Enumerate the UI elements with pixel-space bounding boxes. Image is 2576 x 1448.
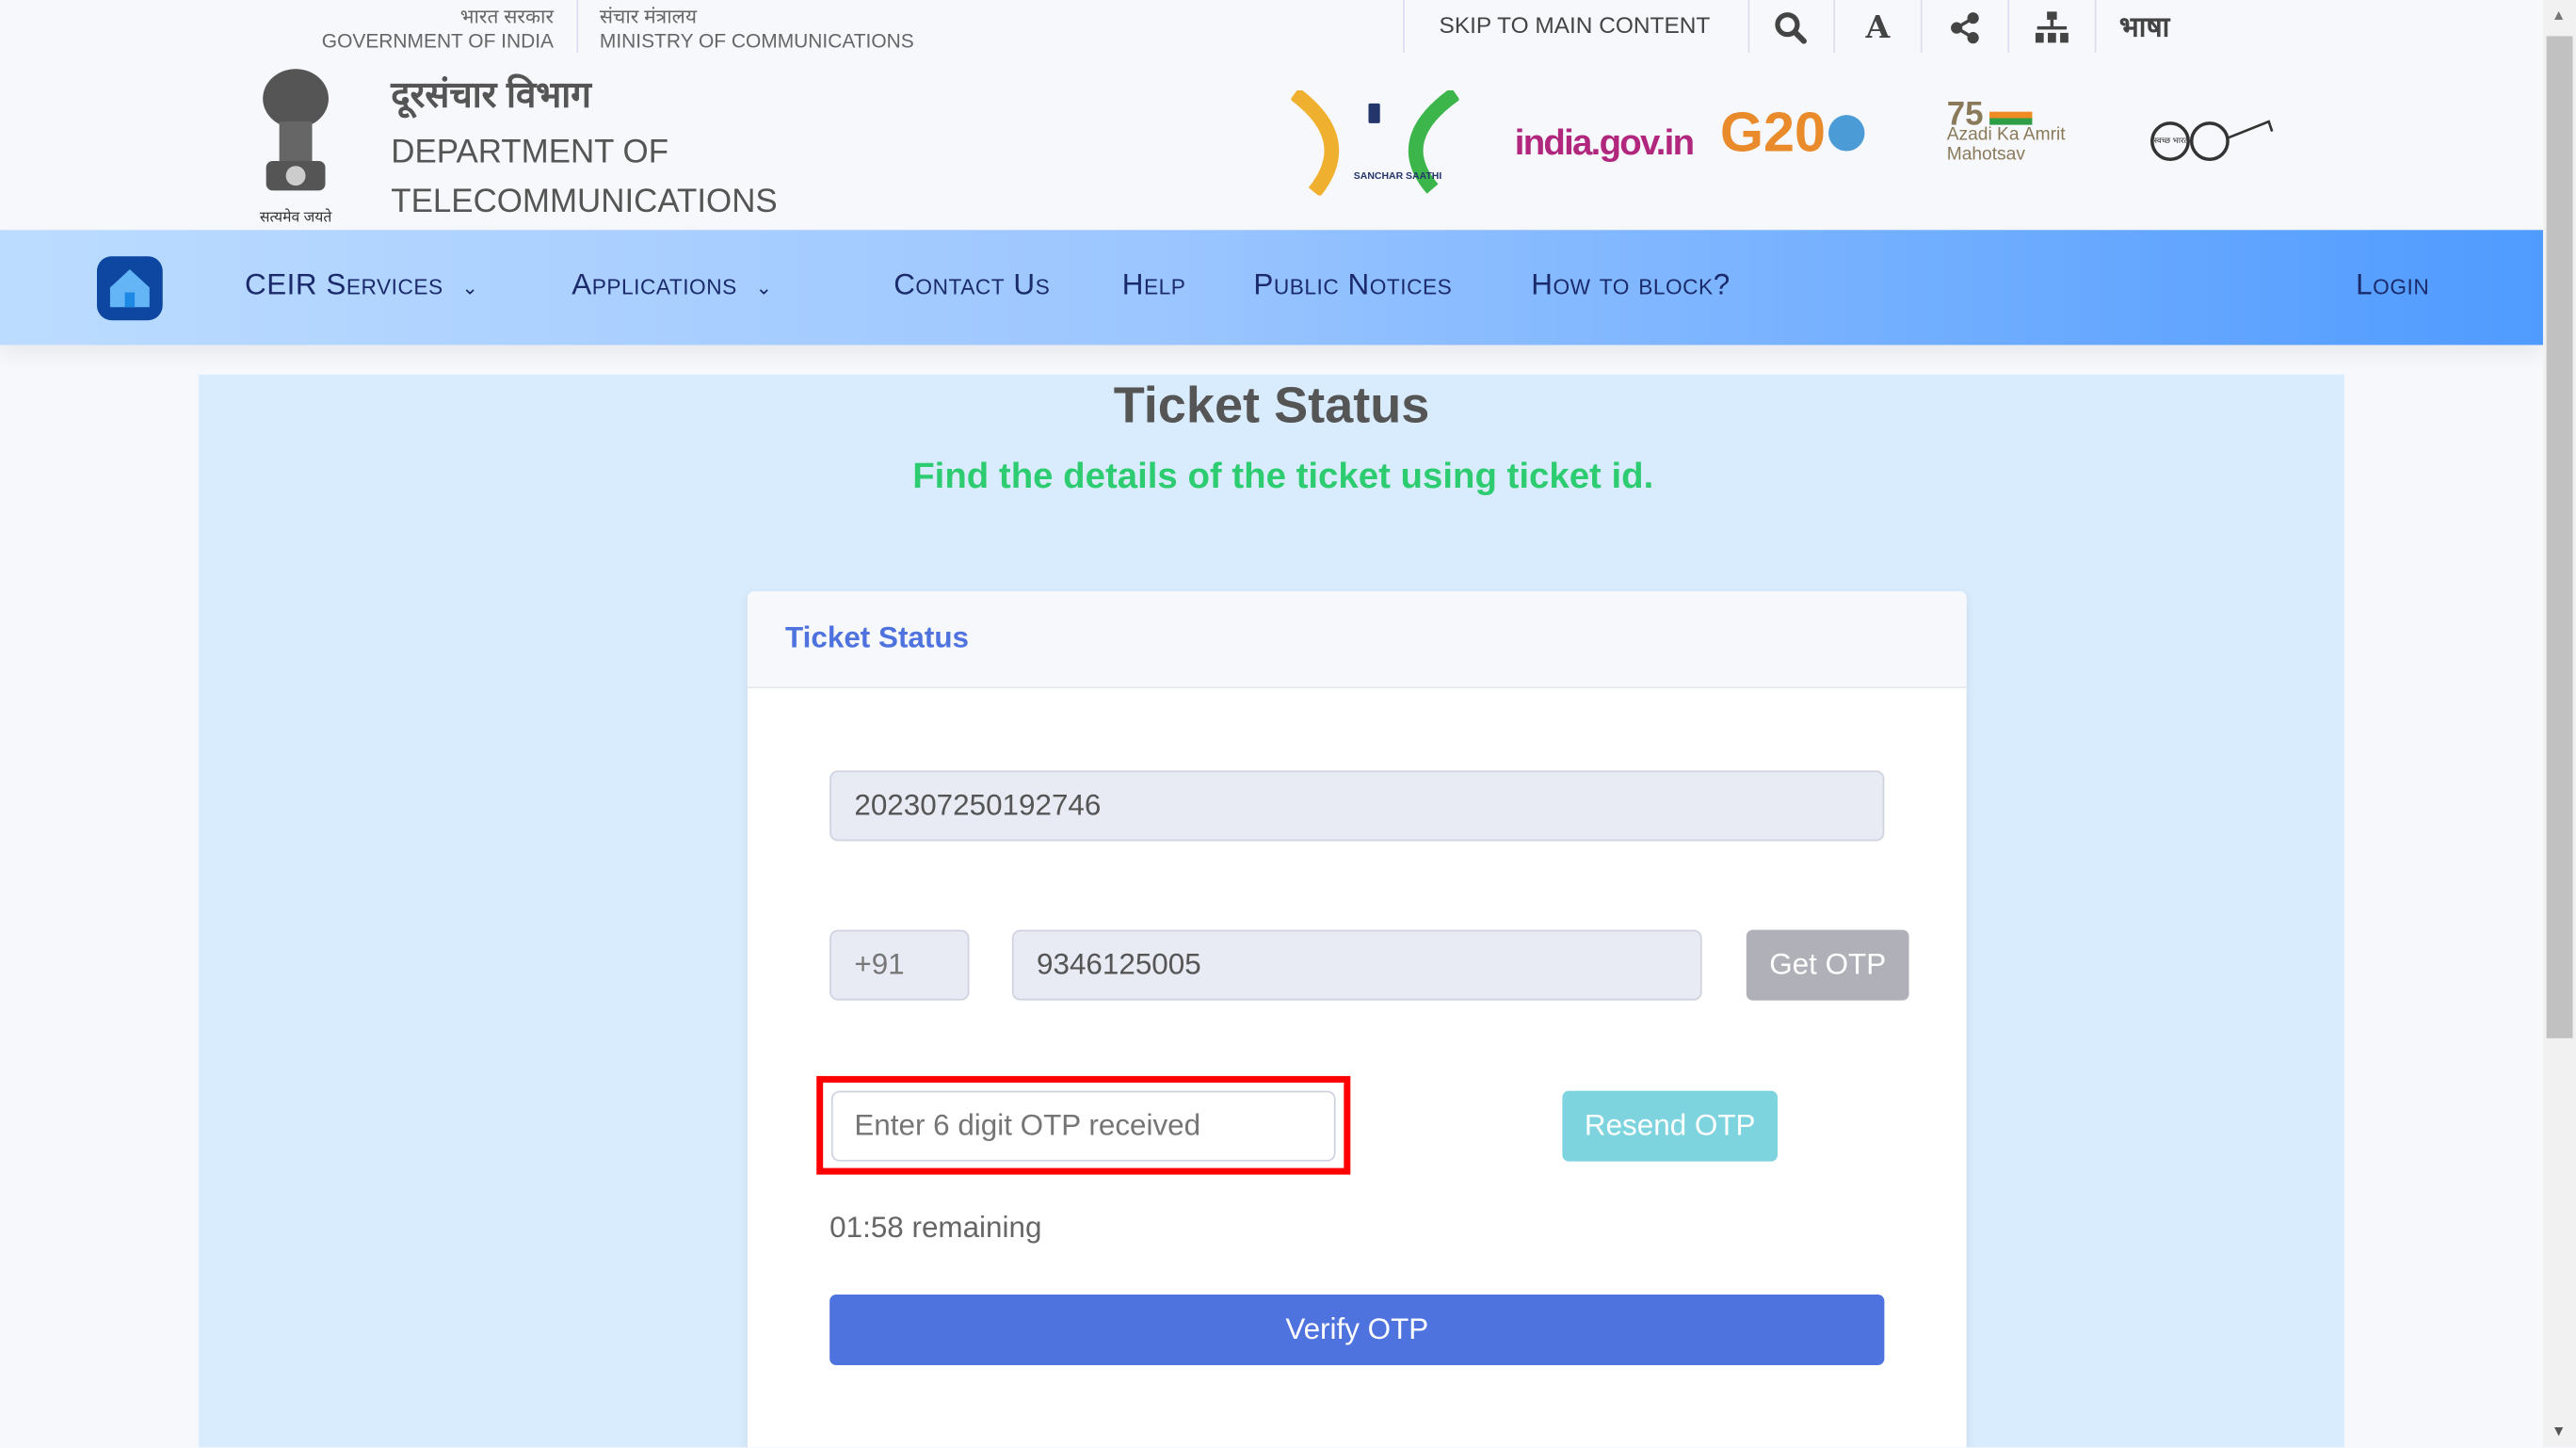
mobile-number-field[interactable]: 9346125005 xyxy=(1011,929,1702,1001)
resend-otp-button[interactable]: Resend OTP xyxy=(1562,1090,1778,1162)
page-subtitle: Find the details of the ticket using tic… xyxy=(912,455,1654,496)
dept-line1: DEPARTMENT OF xyxy=(391,135,669,171)
search-icon[interactable] xyxy=(1766,7,1815,49)
scroll-down-arrow-icon[interactable]: ▼ xyxy=(2552,1423,2567,1439)
divider xyxy=(1833,0,1836,53)
nav-help[interactable]: Help xyxy=(1122,267,1186,302)
swachh-text: स्वच्छ भारत xyxy=(2153,136,2189,147)
card-title: Ticket Status xyxy=(785,620,970,654)
share-icon[interactable] xyxy=(1940,7,1989,49)
nav-label: CEIR Services xyxy=(244,267,443,301)
chevron-down-icon: ⌄ xyxy=(461,276,479,299)
language-selector[interactable]: भाषा xyxy=(2119,7,2169,44)
department-title: दूरसंचार विभाग DEPARTMENT OF TELECOMMUNI… xyxy=(391,69,777,227)
main-navigation: CEIR Services ⌄ Applications ⌄ Contact U… xyxy=(0,230,2544,346)
otp-timer: 01:58 remaining xyxy=(829,1210,1042,1244)
nav-public-notices[interactable]: Public Notices xyxy=(1253,267,1452,302)
india-gov-text: india.gov.in xyxy=(1514,121,1695,163)
azadi-logo[interactable]: 75 Azadi Ka Amrit Mahotsav xyxy=(1946,99,2079,165)
scroll-up-arrow-icon[interactable]: ▲ xyxy=(2552,7,2567,23)
nav-applications[interactable]: Applications ⌄ xyxy=(572,267,772,302)
ministry-label: संचार मंत्रालय MINISTRY OF COMMUNICATION… xyxy=(600,5,914,54)
page-title: Ticket Status xyxy=(1113,376,1430,434)
dept-hindi: दूरसंचार विभाग xyxy=(391,73,591,116)
divider xyxy=(576,0,579,53)
scrollbar-thumb[interactable] xyxy=(2546,36,2573,1038)
chevron-down-icon: ⌄ xyxy=(755,276,773,299)
india-gov-logo[interactable]: india.gov.in xyxy=(1514,121,1695,164)
azadi-text: Azadi Ka Amrit Mahotsav xyxy=(1946,124,2066,165)
divider xyxy=(1747,0,1750,53)
page: भारत सरकार GOVERNMENT OF INDIA संचार मंत… xyxy=(0,0,2576,1448)
g20-text: G20 xyxy=(1719,102,1827,165)
ticket-id-field[interactable]: 202307250192746 xyxy=(829,770,1885,842)
g20-logo[interactable]: G20 xyxy=(1720,102,1865,166)
home-button[interactable] xyxy=(96,256,163,321)
national-emblem-logo: सत्यमेव जयते xyxy=(250,66,342,225)
divider xyxy=(2094,0,2097,53)
gov-english: GOVERNMENT OF INDIA xyxy=(321,29,555,53)
font-size-icon[interactable]: A xyxy=(1853,7,1902,49)
dept-line2: TELECOMMUNICATIONS xyxy=(391,184,778,220)
nav-how-to-block[interactable]: How to block? xyxy=(1531,267,1730,302)
gov-hindi: भारत सरकार xyxy=(459,5,555,28)
divider xyxy=(2007,0,2010,53)
sanchar-saathi-text: SANCHAR SAATHI xyxy=(1353,172,1442,183)
swachh-bharat-logo[interactable]: स्वच्छ भारत xyxy=(2144,115,2276,174)
sitemap-icon[interactable] xyxy=(2027,7,2076,49)
nav-label: Applications xyxy=(572,267,737,301)
scrollbar[interactable]: ▲ ▼ xyxy=(2543,0,2576,1448)
divider xyxy=(1920,0,1923,53)
government-label: भारत सरकार GOVERNMENT OF INDIA xyxy=(296,5,554,54)
ministry-english: MINISTRY OF COMMUNICATIONS xyxy=(599,29,914,53)
login-link[interactable]: Login xyxy=(2356,267,2429,302)
verify-otp-button[interactable]: Verify OTP xyxy=(829,1294,1885,1366)
card-header: Ticket Status xyxy=(747,591,1967,689)
divider xyxy=(1403,0,1405,53)
ministry-hindi: संचार मंत्रालय xyxy=(599,5,698,28)
emblem-motto: सत्यमेव जयते xyxy=(259,208,332,226)
get-otp-button[interactable]: Get OTP xyxy=(1746,929,1909,1001)
nav-contact-us[interactable]: Contact Us xyxy=(894,267,1050,302)
sanchar-saathi-logo[interactable]: SANCHAR SAATHI xyxy=(1290,88,1460,198)
globe-icon xyxy=(1828,115,1865,152)
country-code-field[interactable]: +91 xyxy=(829,929,970,1001)
nav-ceir-services[interactable]: CEIR Services ⌄ xyxy=(245,267,479,302)
otp-input[interactable] xyxy=(830,1090,1336,1162)
skip-to-main-link[interactable]: SKIP TO MAIN CONTENT xyxy=(1440,11,1711,38)
